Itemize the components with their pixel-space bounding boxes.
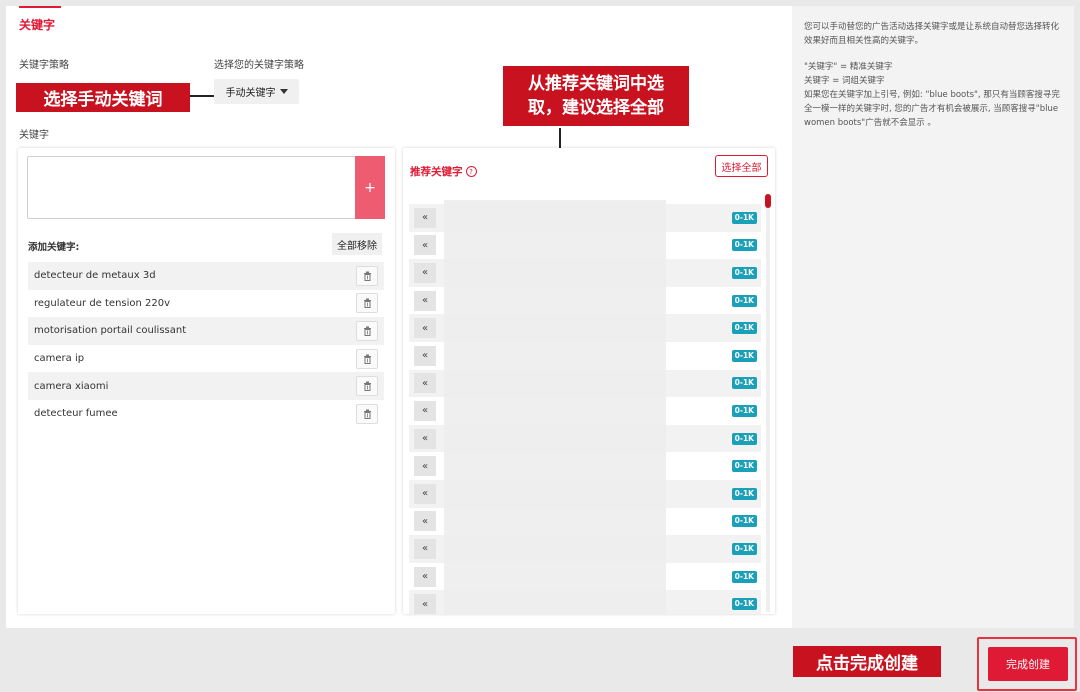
annotation-finish: 点击完成创建 (793, 646, 941, 677)
trash-icon (363, 409, 372, 419)
keyword-text: detecteur de metaux 3d (34, 270, 156, 281)
search-volume-badge: 0-1K (732, 460, 757, 472)
keyword-row: regulateur de tension 220v (28, 290, 384, 318)
remove-all-button[interactable]: 全部移除 (332, 233, 382, 255)
annotation-recommend: 从推荐关键词中选 取，建议选择全部 (503, 66, 689, 126)
strategy-dropdown[interactable]: 手动关键字 (214, 79, 299, 104)
add-recommended-button[interactable]: « (414, 567, 436, 587)
scrollbar-track[interactable] (766, 194, 770, 612)
tab-underline (19, 6, 61, 8)
annotation-recommend-line2: 取，建议选择全部 (528, 96, 664, 120)
add-recommended-button[interactable]: « (414, 235, 436, 255)
add-recommended-button[interactable]: « (414, 429, 436, 449)
help-icon[interactable]: ? (466, 166, 477, 177)
add-recommended-button[interactable]: « (414, 208, 436, 228)
main-panel: 关键字 关键字策略 选择您的关键字策略 选择手动关键词 手动关键字 从推荐关键词… (6, 6, 792, 628)
trash-icon (363, 271, 372, 281)
recommended-title-text: 推荐关键字 (410, 164, 463, 179)
caret-down-icon (280, 89, 288, 94)
scrollbar-thumb[interactable] (765, 194, 771, 208)
add-recommended-button[interactable]: « (414, 401, 436, 421)
annotation-connector (190, 95, 214, 97)
search-volume-badge: 0-1K (732, 433, 757, 445)
delete-keyword-button[interactable] (356, 404, 378, 424)
trash-icon (363, 354, 372, 364)
add-recommended-button[interactable]: « (414, 373, 436, 393)
add-recommended-button[interactable]: « (414, 511, 436, 531)
annotation-recommend-line1: 从推荐关键词中选 (528, 72, 664, 96)
delete-keyword-button[interactable] (356, 321, 378, 341)
add-recommended-button[interactable]: « (414, 318, 436, 338)
add-recommended-button[interactable]: « (414, 539, 436, 559)
keyword-row: detecteur fumee (28, 400, 384, 428)
help-line-phrase: 关键字 = 词组关键字 (804, 74, 1062, 88)
finish-create-button[interactable]: 完成创建 (988, 647, 1068, 681)
search-volume-badge: 0-1K (732, 488, 757, 500)
keyword-text: detecteur fumee (34, 408, 118, 419)
help-line-exact: "关键字" = 精准关键字 (804, 60, 1062, 74)
search-volume-badge: 0-1K (732, 350, 757, 362)
keyword-row: detecteur de metaux 3d (28, 262, 384, 290)
help-line-example: 如果您在关键字加上引号, 例如: "blue boots", 那只有当顾客搜寻完… (804, 88, 1062, 130)
strategy-dropdown-value: 手动关键字 (226, 84, 276, 99)
select-all-button[interactable]: 选择全部 (715, 155, 768, 177)
add-recommended-button[interactable]: « (414, 346, 436, 366)
search-volume-badge: 0-1K (732, 267, 757, 279)
recommended-keywords-card: 推荐关键字 ? 选择全部 « 0-1K « 0-1K « 0-1K « 0-1K « 0-1K « 0… (403, 148, 775, 614)
add-recommended-button[interactable]: « (414, 456, 436, 476)
keyword-input[interactable] (27, 156, 357, 219)
search-volume-badge: 0-1K (732, 322, 757, 334)
search-volume-badge: 0-1K (732, 598, 757, 610)
search-volume-badge: 0-1K (732, 515, 757, 527)
keyword-section-label: 关键字 (19, 126, 49, 141)
keyword-text: motorisation portail coulissant (34, 325, 186, 336)
search-volume-badge: 0-1K (732, 377, 757, 389)
add-recommended-button[interactable]: « (414, 263, 436, 283)
tab-keywords[interactable]: 关键字 (19, 16, 55, 33)
strategy-select-label: 选择您的关键字策略 (214, 56, 304, 71)
search-volume-badge: 0-1K (732, 571, 757, 583)
trash-icon (363, 381, 372, 391)
help-paragraph: 您可以手动替您的广告活动选择关键字或是让系统自动替您选择转化效果好而且相关性高的… (804, 20, 1062, 48)
keyword-row: camera xiaomi (28, 372, 384, 400)
keyword-row: motorisation portail coulissant (28, 317, 384, 345)
keyword-text: regulateur de tension 220v (34, 298, 170, 309)
keyword-text: camera ip (34, 353, 84, 364)
help-panel: 您可以手动替您的广告活动选择关键字或是让系统自动替您选择转化效果好而且相关性高的… (792, 6, 1074, 628)
added-keywords-list: detecteur de metaux 3d regulateur de tens… (28, 262, 384, 428)
search-volume-badge: 0-1K (732, 543, 757, 555)
recommended-title: 推荐关键字 ? (410, 164, 477, 179)
search-volume-badge: 0-1K (732, 212, 757, 224)
delete-keyword-button[interactable] (356, 349, 378, 369)
search-volume-badge: 0-1K (732, 295, 757, 307)
delete-keyword-button[interactable] (356, 266, 378, 286)
added-keywords-label: 添加关键字: (28, 239, 79, 253)
keyword-text: camera xiaomi (34, 381, 108, 392)
search-volume-badge: 0-1K (732, 239, 757, 251)
trash-icon (363, 326, 372, 336)
strategy-label: 关键字策略 (19, 56, 69, 71)
add-keyword-button[interactable]: + (355, 156, 385, 219)
keyword-row: camera ip (28, 345, 384, 373)
help-lines: "关键字" = 精准关键字 关键字 = 词组关键字 如果您在关键字加上引号, 例… (804, 60, 1062, 130)
redacted-overlay (444, 200, 666, 614)
add-recommended-button[interactable]: « (414, 291, 436, 311)
add-recommended-button[interactable]: « (414, 594, 436, 614)
delete-keyword-button[interactable] (356, 293, 378, 313)
trash-icon (363, 298, 372, 308)
add-recommended-button[interactable]: « (414, 484, 436, 504)
search-volume-badge: 0-1K (732, 405, 757, 417)
annotation-manual: 选择手动关键词 (16, 83, 190, 112)
delete-keyword-button[interactable] (356, 376, 378, 396)
added-keywords-card: + 添加关键字: 全部移除 detecteur de metaux 3d regu… (18, 148, 395, 614)
